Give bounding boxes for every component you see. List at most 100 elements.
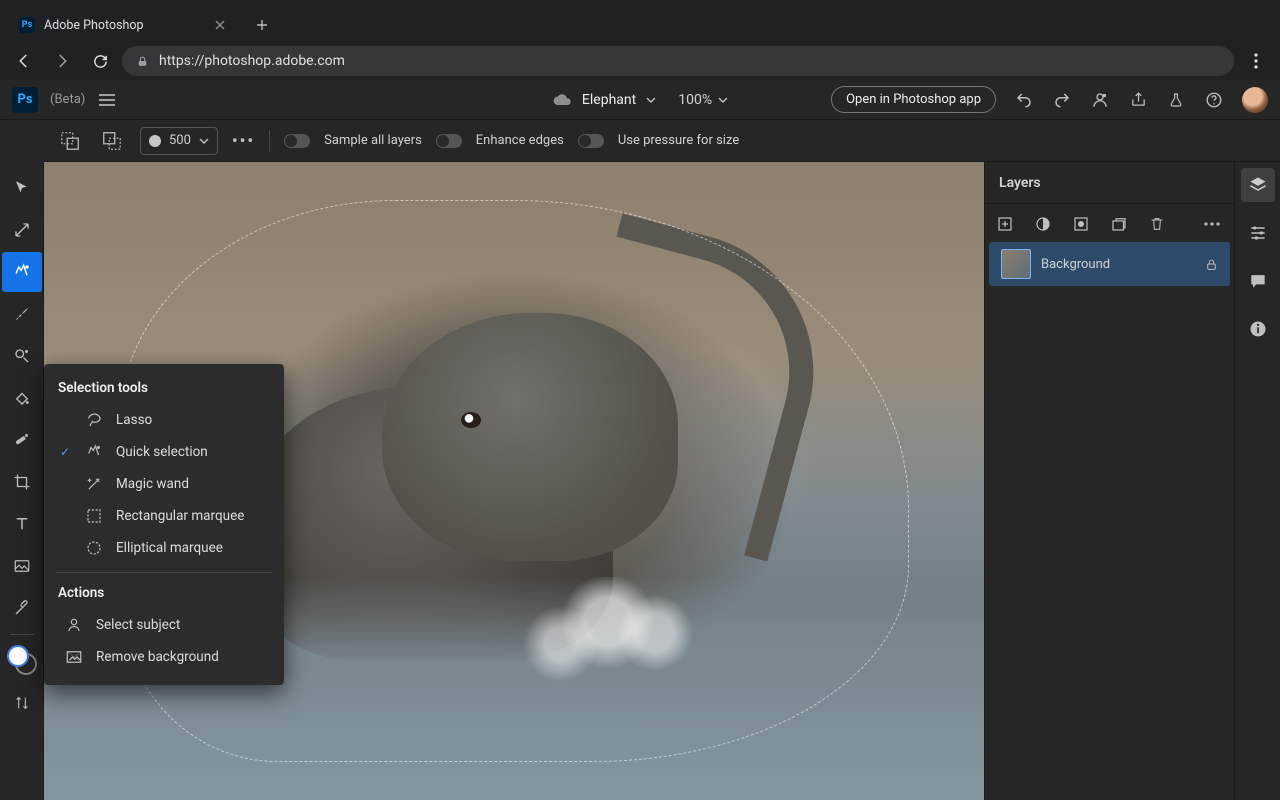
flyout-item-rectangular-marquee[interactable]: Rectangular marquee — [44, 500, 284, 532]
panel-tab-comments[interactable] — [1241, 264, 1275, 298]
subtract-from-selection-icon[interactable] — [98, 127, 126, 155]
toggle-sample-all-layers[interactable] — [284, 134, 310, 148]
flyout-item-label: Lasso — [116, 412, 152, 428]
help-button[interactable] — [1204, 90, 1224, 110]
tab-strip: Ps Adobe Photoshop — [0, 0, 1280, 42]
flyout-item-label: Rectangular marquee — [116, 508, 244, 524]
browser-tab[interactable]: Ps Adobe Photoshop — [8, 8, 238, 42]
layers-toolbar — [985, 204, 1234, 242]
healing-tool[interactable] — [2, 420, 42, 460]
chevron-down-icon — [199, 138, 209, 144]
url-text: https://photoshop.adobe.com — [159, 53, 345, 69]
flyout-item-label: Elliptical marquee — [116, 540, 223, 556]
flyout-item-magic-wand[interactable]: Magic wand — [44, 468, 284, 500]
redo-button[interactable] — [1052, 90, 1072, 110]
flyout-action-remove-background[interactable]: Remove background — [44, 641, 284, 673]
place-image-tool[interactable] — [2, 546, 42, 586]
options-bar: 500 ••• Sample all layers Enhance edges … — [44, 120, 1280, 162]
check-icon: ✓ — [58, 445, 72, 459]
zoom-level[interactable]: 100% — [678, 92, 712, 108]
reload-button[interactable] — [84, 45, 116, 77]
transform-tool[interactable] — [2, 210, 42, 250]
panel-tab-info[interactable] — [1241, 312, 1275, 346]
eyedropper-tool[interactable] — [2, 588, 42, 628]
new-layer-button[interactable] — [995, 214, 1015, 234]
tool-bar — [0, 162, 44, 800]
fill-tool[interactable] — [2, 378, 42, 418]
foreground-color-swatch[interactable] — [7, 645, 29, 667]
ps-logo[interactable]: Ps — [12, 87, 38, 113]
clip-button[interactable] — [1109, 214, 1129, 234]
chevron-down-icon[interactable] — [718, 97, 728, 103]
flyout-item-lasso[interactable]: Lasso — [44, 404, 284, 436]
mask-button[interactable] — [1071, 214, 1091, 234]
color-swatches[interactable] — [7, 645, 37, 675]
delete-layer-button[interactable] — [1147, 214, 1167, 234]
flyout-item-elliptical-marquee[interactable]: Elliptical marquee — [44, 532, 284, 564]
selection-tools-flyout: Selection tools Lasso ✓ Quick selection … — [44, 364, 284, 685]
flyout-item-label: Quick selection — [116, 444, 208, 460]
back-button[interactable] — [8, 45, 40, 77]
undo-button[interactable] — [1014, 90, 1034, 110]
flyout-heading-actions: Actions — [44, 581, 284, 609]
url-field[interactable]: https://photoshop.adobe.com — [122, 46, 1234, 76]
swap-colors-button[interactable] — [2, 683, 42, 723]
toggle-use-pressure[interactable] — [578, 134, 604, 148]
tab-title: Adobe Photoshop — [44, 18, 144, 33]
layer-name: Background — [1041, 257, 1195, 272]
panel-tab-layers[interactable] — [1241, 168, 1275, 202]
brush-size-value: 500 — [169, 133, 191, 148]
flyout-action-label: Select subject — [96, 617, 180, 633]
elliptical-marquee-icon — [84, 538, 104, 558]
brush-more-button[interactable]: ••• — [232, 131, 255, 150]
crop-tool[interactable] — [2, 462, 42, 502]
add-to-selection-icon[interactable] — [56, 127, 84, 155]
photoshop-app: Ps (Beta) Elephant 100% Open in Photosho… — [0, 80, 1280, 800]
toggle-enhance-edges[interactable] — [436, 134, 462, 148]
brush-tool[interactable] — [2, 294, 42, 334]
app-header: Ps (Beta) Elephant 100% Open in Photosho… — [0, 80, 1280, 120]
lock-icon[interactable] — [1205, 257, 1218, 272]
flyout-item-quick-selection[interactable]: ✓ Quick selection — [44, 436, 284, 468]
panel-menu-button[interactable] — [1202, 214, 1222, 234]
close-icon[interactable] — [212, 17, 228, 33]
layer-row-background[interactable]: Background — [989, 242, 1230, 286]
quick-selection-tool[interactable] — [2, 252, 42, 292]
flyout-action-select-subject[interactable]: Select subject — [44, 609, 284, 641]
quick-selection-icon — [84, 442, 104, 462]
brush-size-picker[interactable]: 500 — [140, 127, 218, 155]
label-enhance-edges: Enhance edges — [476, 133, 564, 148]
panel-title: Layers — [985, 162, 1234, 204]
brush-preview-icon — [149, 135, 161, 147]
lock-icon — [136, 55, 149, 68]
label-use-pressure: Use pressure for size — [618, 133, 739, 148]
move-tool[interactable] — [2, 168, 42, 208]
rectangular-marquee-icon — [84, 506, 104, 526]
browser-chrome: Ps Adobe Photoshop https://photoshop.ado… — [0, 0, 1280, 80]
hamburger-menu[interactable] — [97, 90, 117, 110]
chrome-menu-button[interactable] — [1240, 45, 1272, 77]
favicon-ps-icon: Ps — [18, 16, 36, 34]
lasso-icon — [84, 410, 104, 430]
beta-label: (Beta) — [50, 92, 85, 107]
forward-button[interactable] — [46, 45, 78, 77]
beaker-icon[interactable] — [1166, 90, 1186, 110]
flyout-item-label: Magic wand — [116, 476, 189, 492]
label-sample-all-layers: Sample all layers — [324, 133, 422, 148]
select-subject-icon — [64, 615, 84, 635]
invite-button[interactable] — [1090, 90, 1110, 110]
document-name[interactable]: Elephant — [582, 92, 636, 108]
avatar[interactable] — [1242, 87, 1268, 113]
open-in-app-button[interactable]: Open in Photoshop app — [831, 86, 996, 113]
share-button[interactable] — [1128, 90, 1148, 110]
panel-strip — [1234, 162, 1280, 800]
flyout-heading-tools: Selection tools — [44, 376, 284, 404]
chevron-down-icon[interactable] — [646, 97, 656, 103]
panel-tab-properties[interactable] — [1241, 216, 1275, 250]
adjustment-layer-button[interactable] — [1033, 214, 1053, 234]
layer-thumbnail — [1001, 249, 1031, 279]
new-tab-button[interactable] — [248, 11, 276, 39]
clone-stamp-tool[interactable] — [2, 336, 42, 376]
type-tool[interactable] — [2, 504, 42, 544]
cloud-icon — [552, 93, 572, 107]
